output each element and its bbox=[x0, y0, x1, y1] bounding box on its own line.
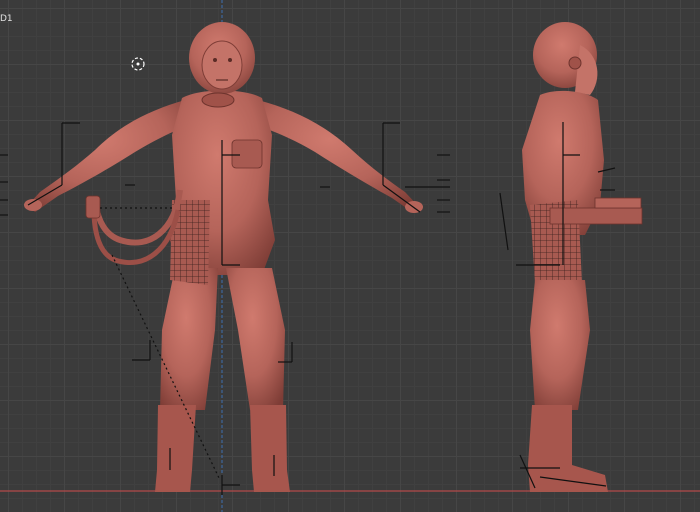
scene bbox=[0, 0, 700, 512]
3d-viewport[interactable]: D1 bbox=[0, 0, 700, 512]
front-view-model[interactable] bbox=[24, 22, 423, 492]
3d-cursor-icon[interactable] bbox=[131, 57, 145, 71]
side-view-model[interactable] bbox=[522, 22, 643, 492]
